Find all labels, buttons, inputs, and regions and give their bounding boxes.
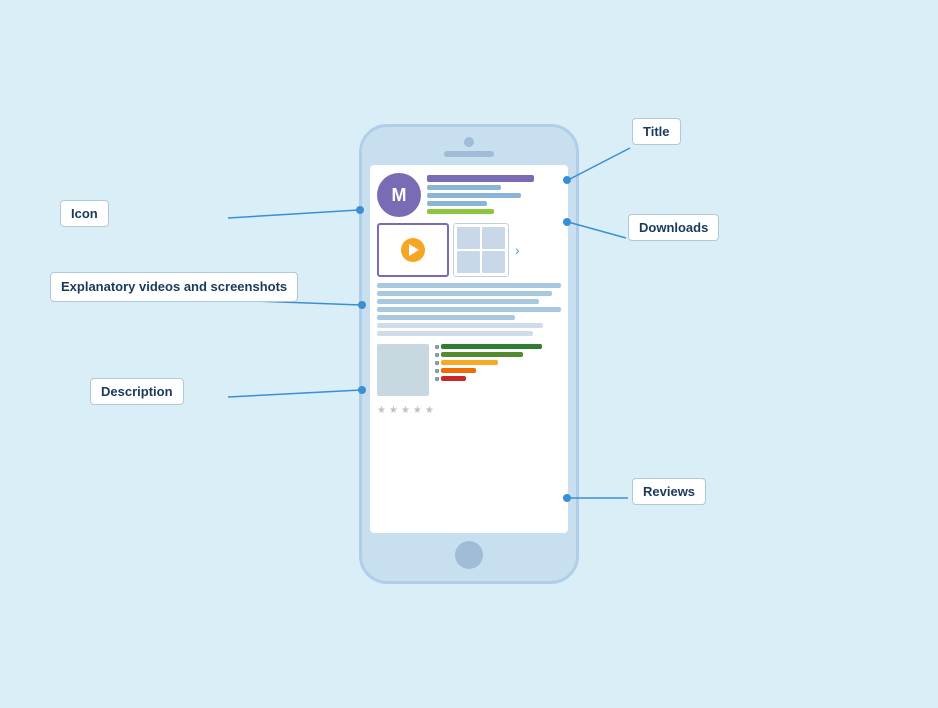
app-header-section: M [377,173,561,217]
star-5: ★ [425,405,434,416]
grid-cell-1 [457,227,480,249]
app-sub-bar-3 [427,201,487,206]
review-row-4 [435,352,561,357]
review-dot-2 [435,369,439,373]
phone-mockup: M › [359,124,579,584]
review-dot-4 [435,353,439,357]
screenshots-section: › [377,223,561,277]
star-4: ★ [413,405,422,416]
desc-bar-7 [377,331,533,336]
phone-screen: M › [370,165,568,533]
desc-bar-3 [377,299,539,304]
review-image [377,344,429,396]
star-1: ★ [377,405,386,416]
reviews-section [377,344,561,396]
play-icon [409,244,419,256]
description-section [377,283,561,336]
star-2: ★ [389,405,398,416]
app-sub-bar-2 [427,193,521,198]
video-screenshot [377,223,449,277]
star-3: ★ [401,405,410,416]
app-title-bar [427,175,534,182]
grid-screenshot [453,223,509,277]
grid-cell-3 [457,251,480,273]
review-bar-3 [441,360,498,365]
review-row-2 [435,368,561,373]
phone-speaker [444,151,494,157]
stars-row: ★ ★ ★ ★ ★ [377,405,561,416]
desc-bar-2 [377,291,552,296]
play-button[interactable] [401,238,425,262]
desc-bar-5 [377,315,515,320]
review-row-5 [435,344,561,349]
desc-bar-4 [377,307,561,312]
review-bar-2 [441,368,476,373]
phone-camera [464,137,474,147]
chevron-right-icon[interactable]: › [515,242,520,258]
review-bar-5 [441,344,542,349]
desc-bar-1 [377,283,561,288]
phone-home-button[interactable] [455,541,483,569]
app-info [427,173,561,214]
reviews-label: Reviews [632,478,706,505]
review-dot-3 [435,361,439,365]
review-bar-4 [441,352,523,357]
review-row-3 [435,360,561,365]
description-label: Description [90,378,184,405]
title-label: Title [632,118,681,145]
explanatory-label: Explanatory videos and screenshots [50,272,298,302]
app-sub-bar-1 [427,185,501,190]
app-icon: M [377,173,421,217]
review-dot-5 [435,345,439,349]
grid-cell-2 [482,227,505,249]
downloads-label: Downloads [628,214,719,241]
app-download-bar [427,209,494,214]
review-dot-1 [435,377,439,381]
review-bar-1 [441,376,466,381]
grid-cell-4 [482,251,505,273]
icon-label: Icon [60,200,109,227]
review-bars [435,344,561,396]
review-row-1 [435,376,561,381]
desc-bar-6 [377,323,543,328]
